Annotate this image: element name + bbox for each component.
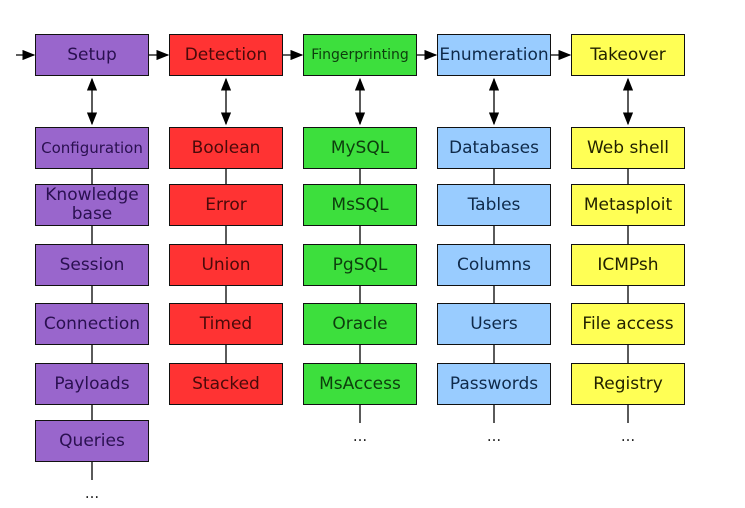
item-enumeration: Tables (437, 184, 551, 226)
item-takeover: File access (571, 303, 685, 345)
item-enumeration: Columns (437, 244, 551, 286)
item-enumeration: Databases (437, 127, 551, 169)
item-fingerprinting: Oracle (303, 303, 417, 345)
item-setup: Knowledge base (35, 184, 149, 226)
item-detection: Stacked (169, 363, 283, 405)
stage-fingerprinting: Fingerprinting (303, 34, 417, 76)
item-takeover: Registry (571, 363, 685, 405)
sqlmap-workflow-diagram: Setup Configuration Knowledge base Session C… (0, 0, 745, 508)
stage-detection: Detection (169, 34, 283, 76)
stage-enumeration: Enumeration (437, 34, 551, 76)
item-detection: Error (169, 184, 283, 226)
item-takeover: Web shell (571, 127, 685, 169)
more-ellipsis-setup: ... (84, 484, 100, 502)
item-fingerprinting: MsSQL (303, 184, 417, 226)
more-ellipsis-enumeration: ... (486, 427, 502, 445)
more-ellipsis-fingerprinting: ... (352, 427, 368, 445)
item-setup: Payloads (35, 363, 149, 405)
stage-takeover: Takeover (571, 34, 685, 76)
item-setup: Configuration (35, 127, 149, 169)
more-ellipsis-takeover: ... (620, 427, 636, 445)
item-detection: Boolean (169, 127, 283, 169)
item-detection: Union (169, 244, 283, 286)
item-fingerprinting: PgSQL (303, 244, 417, 286)
item-setup: Connection (35, 303, 149, 345)
stage-setup: Setup (35, 34, 149, 76)
item-fingerprinting: MySQL (303, 127, 417, 169)
item-enumeration: Passwords (437, 363, 551, 405)
item-detection: Timed (169, 303, 283, 345)
item-setup: Session (35, 244, 149, 286)
item-setup: Queries (35, 420, 149, 462)
item-takeover: Metasploit (571, 184, 685, 226)
item-enumeration: Users (437, 303, 551, 345)
item-takeover: ICMPsh (571, 244, 685, 286)
item-fingerprinting: MsAccess (303, 363, 417, 405)
